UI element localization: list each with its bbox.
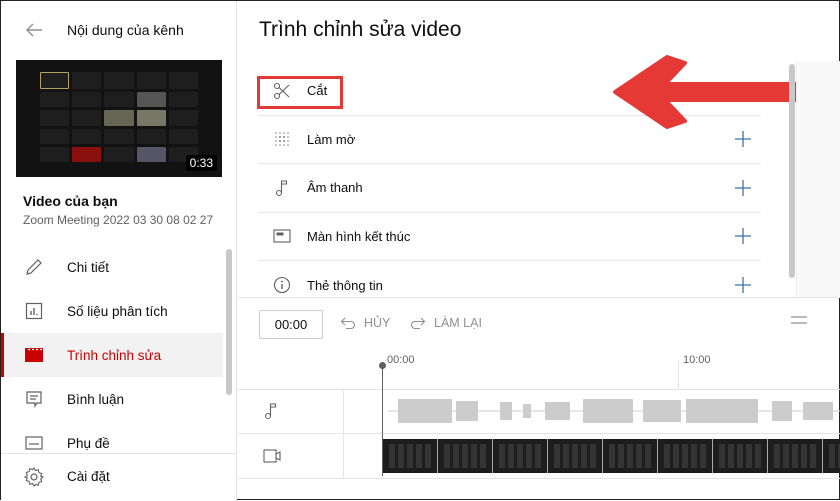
tool-info-cards[interactable]: Thẻ thông tin bbox=[258, 261, 761, 310]
tool-label: Âm thanh bbox=[307, 180, 363, 196]
playhead[interactable] bbox=[382, 364, 383, 476]
video-frame bbox=[493, 439, 548, 473]
add-audio-button[interactable] bbox=[733, 178, 753, 198]
video-frame bbox=[768, 439, 823, 473]
info-icon bbox=[273, 276, 291, 294]
undo-label: HỦY bbox=[364, 316, 391, 330]
video-track-icon bbox=[263, 449, 281, 463]
ruler-label: 00:00 bbox=[387, 354, 415, 366]
ruler-tick bbox=[678, 361, 679, 389]
sidebar-scrollbar[interactable] bbox=[226, 249, 232, 395]
video-thumbnail[interactable]: 0:33 bbox=[16, 60, 222, 177]
video-frames-strip[interactable] bbox=[383, 439, 840, 473]
tool-audio[interactable]: Âm thanh bbox=[258, 164, 761, 213]
sidebar-item-analytics[interactable]: Số liệu phân tích bbox=[1, 289, 223, 333]
redo-label: LÀM LẠI bbox=[434, 316, 482, 330]
tool-label: Màn hình kết thúc bbox=[307, 228, 411, 244]
video-frame bbox=[713, 439, 768, 473]
track-header-divider bbox=[343, 389, 344, 479]
video-frame bbox=[603, 439, 658, 473]
plus-icon bbox=[735, 228, 751, 245]
zoom-menu-icon[interactable] bbox=[791, 316, 807, 324]
add-end-screen-button[interactable] bbox=[733, 226, 753, 246]
audio-track-icon bbox=[264, 403, 277, 420]
duration-badge: 0:33 bbox=[185, 155, 217, 171]
sidebar-item-comments[interactable]: Bình luận bbox=[1, 377, 223, 421]
track-divider bbox=[238, 389, 840, 390]
editor-icon bbox=[23, 344, 45, 366]
video-frame bbox=[548, 439, 603, 473]
analytics-icon bbox=[23, 300, 45, 322]
add-info-card-button[interactable] bbox=[733, 275, 753, 295]
sidebar-item-label: Phụ đề bbox=[67, 435, 110, 451]
ruler-label: 10:00 bbox=[683, 354, 711, 366]
sidebar-item-details[interactable]: Chi tiết bbox=[1, 245, 223, 289]
track-divider bbox=[238, 433, 840, 434]
settings-label: Cài đặt bbox=[67, 469, 110, 484]
sidebar-item-label: Chi tiết bbox=[67, 259, 110, 275]
preview-pane bbox=[796, 61, 840, 298]
blur-icon bbox=[273, 130, 291, 148]
sidebar: Nội dung của kênh 0:33 Video của bạn Zoo… bbox=[1, 1, 237, 501]
page-title: Trình chỉnh sửa video bbox=[259, 18, 462, 41]
video-frame bbox=[658, 439, 713, 473]
subtitles-icon bbox=[23, 432, 45, 453]
sidebar-item-label: Số liệu phân tích bbox=[67, 303, 168, 319]
track-divider bbox=[238, 478, 840, 479]
main-panel: Trình chỉnh sửa video Cắt Làm mờ Âm than… bbox=[238, 1, 840, 501]
comment-icon bbox=[23, 388, 45, 410]
sidebar-nav: Chi tiết Số liệu phân tích Trình chỉnh s… bbox=[1, 245, 223, 453]
playhead-handle[interactable] bbox=[379, 362, 386, 369]
arrow-left-icon bbox=[26, 23, 42, 37]
plus-icon bbox=[735, 277, 751, 294]
pencil-icon bbox=[23, 256, 45, 278]
music-note-icon bbox=[273, 179, 291, 197]
video-frame bbox=[383, 439, 438, 473]
audio-waveform bbox=[388, 399, 840, 423]
undo-button[interactable]: HỦY bbox=[340, 316, 390, 330]
redo-icon bbox=[410, 317, 426, 330]
gear-icon bbox=[23, 466, 45, 488]
tool-label: Làm mờ bbox=[307, 131, 356, 147]
add-blur-button[interactable] bbox=[733, 129, 753, 149]
tool-label: Thẻ thông tin bbox=[307, 277, 383, 293]
video-name: Zoom Meeting 2022 03 30 08 02 27 bbox=[23, 213, 214, 227]
sidebar-item-label: Bình luận bbox=[67, 391, 125, 407]
redo-button[interactable]: LÀM LẠI bbox=[410, 316, 482, 330]
plus-icon bbox=[735, 179, 751, 196]
end-screen-icon bbox=[273, 227, 291, 245]
video-frame bbox=[823, 439, 840, 473]
back-button[interactable] bbox=[23, 19, 45, 41]
sidebar-item-editor[interactable]: Trình chỉnh sửa bbox=[1, 333, 223, 377]
annotation-highlight-box bbox=[257, 76, 343, 109]
plus-icon bbox=[735, 131, 751, 148]
video-frame bbox=[438, 439, 493, 473]
tool-end-screen[interactable]: Màn hình kết thúc bbox=[258, 213, 761, 261]
sidebar-item-subtitles[interactable]: Phụ đề bbox=[1, 421, 223, 453]
sidebar-item-settings[interactable]: Cài đặt bbox=[1, 453, 236, 499]
tools-scrollbar[interactable] bbox=[789, 64, 795, 278]
sidebar-item-label: Trình chỉnh sửa bbox=[67, 347, 162, 363]
undo-icon bbox=[340, 317, 356, 330]
divider bbox=[238, 297, 840, 298]
thumbnail-grid bbox=[40, 72, 198, 162]
channel-content-title: Nội dung của kênh bbox=[67, 22, 184, 38]
current-time-field[interactable]: 00:00 bbox=[259, 310, 323, 339]
section-label: Video của bạn bbox=[23, 193, 118, 209]
